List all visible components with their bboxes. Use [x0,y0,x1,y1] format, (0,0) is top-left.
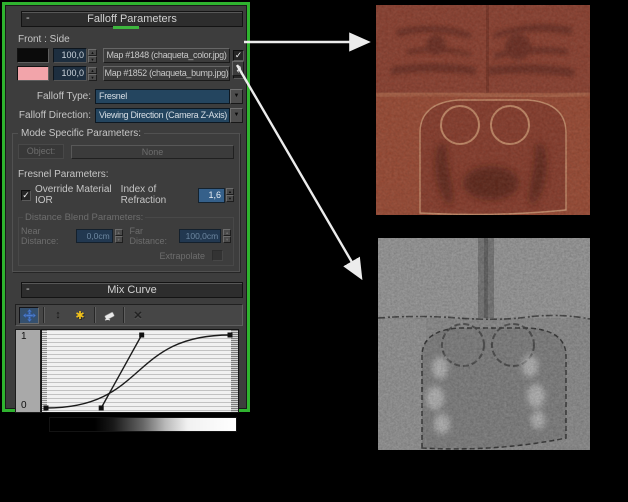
curve-point-handle[interactable] [139,333,144,338]
move-arrows-icon [23,309,36,322]
front-map-enable-checkbox[interactable]: ✓ [233,50,244,61]
curve-point-handle[interactable] [99,406,104,411]
output-gradient-preview [49,417,237,432]
curve-y-axis: 1 0 [15,329,41,413]
spinner-down-icon[interactable]: ▼ [88,56,97,63]
rollout-title: Mix Curve [107,284,157,296]
falloff-type-row: Falloff Type: Fresnel ▼ [11,89,243,104]
check-icon: ✓ [22,190,30,200]
falloff-parameters-panel: - Falloff Parameters Front : Side 100,0 … [2,2,250,412]
side-amount-field[interactable]: 100,0 [53,66,87,81]
y-axis-min-label: 0 [21,400,27,411]
side-map-row: 100,0 ▲ ▼ Map #1852 (chaqueta_bump.jpg) … [17,66,247,81]
toolbar-separator [94,307,95,323]
falloff-rollout-header[interactable]: - Falloff Parameters [21,11,243,27]
spinner-down-icon: ▼ [223,236,231,243]
spinner-up-icon[interactable]: ▲ [226,188,234,195]
object-row: Object: None [18,144,234,159]
scale-point-icon: ↕ [55,309,61,321]
front-side-label: Front : Side [18,34,247,45]
mix-curve-toolbar: ↕ ✱ ✕ [15,304,243,326]
chevron-down-icon[interactable]: ▼ [230,89,243,104]
rollout-drag-indicator [113,26,139,29]
falloff-type-label: Falloff Type: [11,91,95,102]
check-icon: ✓ [235,50,243,60]
curve-plot-area[interactable] [41,329,239,413]
y-axis-max-label: 1 [21,331,27,342]
front-color-swatch[interactable] [17,48,49,63]
chevron-down-icon[interactable]: ▼ [230,108,243,123]
side-map-button[interactable]: Map #1852 (chaqueta_bump.jpg) [103,66,230,81]
falloff-direction-row: Falloff Direction: Viewing Direction (Ca… [11,108,243,123]
override-material-ior-label: Override Material IOR [35,184,121,206]
reset-curves-icon [103,309,116,322]
steep-segment [101,335,141,408]
spinner-down-icon: ▼ [115,236,123,243]
object-label: Object: [18,144,64,159]
front-amount-field[interactable]: 100,0 [53,48,87,63]
map-rows: 100,0 ▲ ▼ Map #1848 (chaqueta_color.jpg)… [5,48,247,81]
fresnel-parameters-title: Fresnel Parameters: [18,169,234,180]
reset-curves-button[interactable] [99,307,119,324]
toolbar-separator [123,307,124,323]
delete-x-icon: ✕ [133,309,142,322]
extrapolate-row: Extrapolate [21,250,223,261]
move-point-button[interactable] [19,307,39,324]
scale-point-button[interactable]: ↕ [48,307,68,324]
side-color-swatch[interactable] [17,66,49,81]
extrapolate-label: Extrapolate [159,251,205,261]
spinner-up-icon[interactable]: ▲ [88,49,97,56]
bump-map-preview [378,238,590,450]
distance-blend-title: Distance Blend Parameters: [23,212,145,223]
mix-curve-rollout-header[interactable]: - Mix Curve [21,282,243,298]
near-distance-label: Near Distance: [21,226,73,246]
collapse-minus-icon[interactable]: - [26,11,30,25]
falloff-direction-label: Falloff Direction: [11,110,95,121]
falloff-type-dropdown[interactable]: Fresnel ▼ [95,89,243,104]
spinner-down-icon[interactable]: ▼ [226,195,234,202]
arrow-to-bump-map [237,65,360,276]
toolbar-separator [43,307,44,323]
far-distance-field: 100,0cm [179,229,221,243]
distance-row: Near Distance: 0,0cm ▲ ▼ Far Distance: 1… [21,226,231,246]
mix-curve-svg [42,330,238,412]
add-point-button[interactable]: ✱ [70,307,90,324]
mix-curve-editor: 1 0 [15,329,243,413]
front-map-row: 100,0 ▲ ▼ Map #1848 (chaqueta_color.jpg)… [17,48,247,63]
near-distance-field: 0,0cm [76,229,113,243]
mode-specific-title: Mode Specific Parameters: [18,128,144,139]
rollout-title: Falloff Parameters [87,13,177,25]
spinner-down-icon[interactable]: ▼ [88,74,97,81]
ior-row: ✓ Override Material IOR Index of Refract… [18,184,234,206]
object-none-button: None [71,145,234,159]
bezier-s-curve [46,335,230,408]
add-point-star-icon: ✱ [75,309,84,322]
index-of-refraction-field[interactable]: 1,6 [198,188,225,203]
falloff-direction-value[interactable]: Viewing Direction (Camera Z-Axis) [95,108,230,123]
spinner-up-icon[interactable]: ▲ [88,67,97,74]
extrapolate-checkbox [212,250,223,261]
distance-blend-parameters-group: Distance Blend Parameters: Near Distance… [18,217,234,266]
mode-specific-parameters-group: Mode Specific Parameters: Object: None F… [12,133,240,272]
spinner-up-icon: ▲ [115,229,123,236]
falloff-direction-dropdown[interactable]: Viewing Direction (Camera Z-Axis) ▼ [95,108,243,123]
far-distance-label: Far Distance: [130,226,176,246]
front-map-button[interactable]: Map #1848 (chaqueta_color.jpg) [103,48,230,63]
swap-arrow-icon: ↷ [232,64,244,74]
color-map-preview [376,5,590,215]
collapse-minus-icon[interactable]: - [26,282,30,296]
spinner-up-icon: ▲ [223,229,231,236]
curve-point-handle[interactable] [228,333,233,338]
override-material-ior-checkbox[interactable]: ✓ [21,190,31,201]
index-of-refraction-label: Index of Refraction [121,184,195,206]
curve-point-handle[interactable] [44,406,49,411]
swap-colors-button[interactable]: ↷ [232,61,244,76]
delete-point-button[interactable]: ✕ [128,307,148,324]
falloff-type-value[interactable]: Fresnel [95,89,230,104]
